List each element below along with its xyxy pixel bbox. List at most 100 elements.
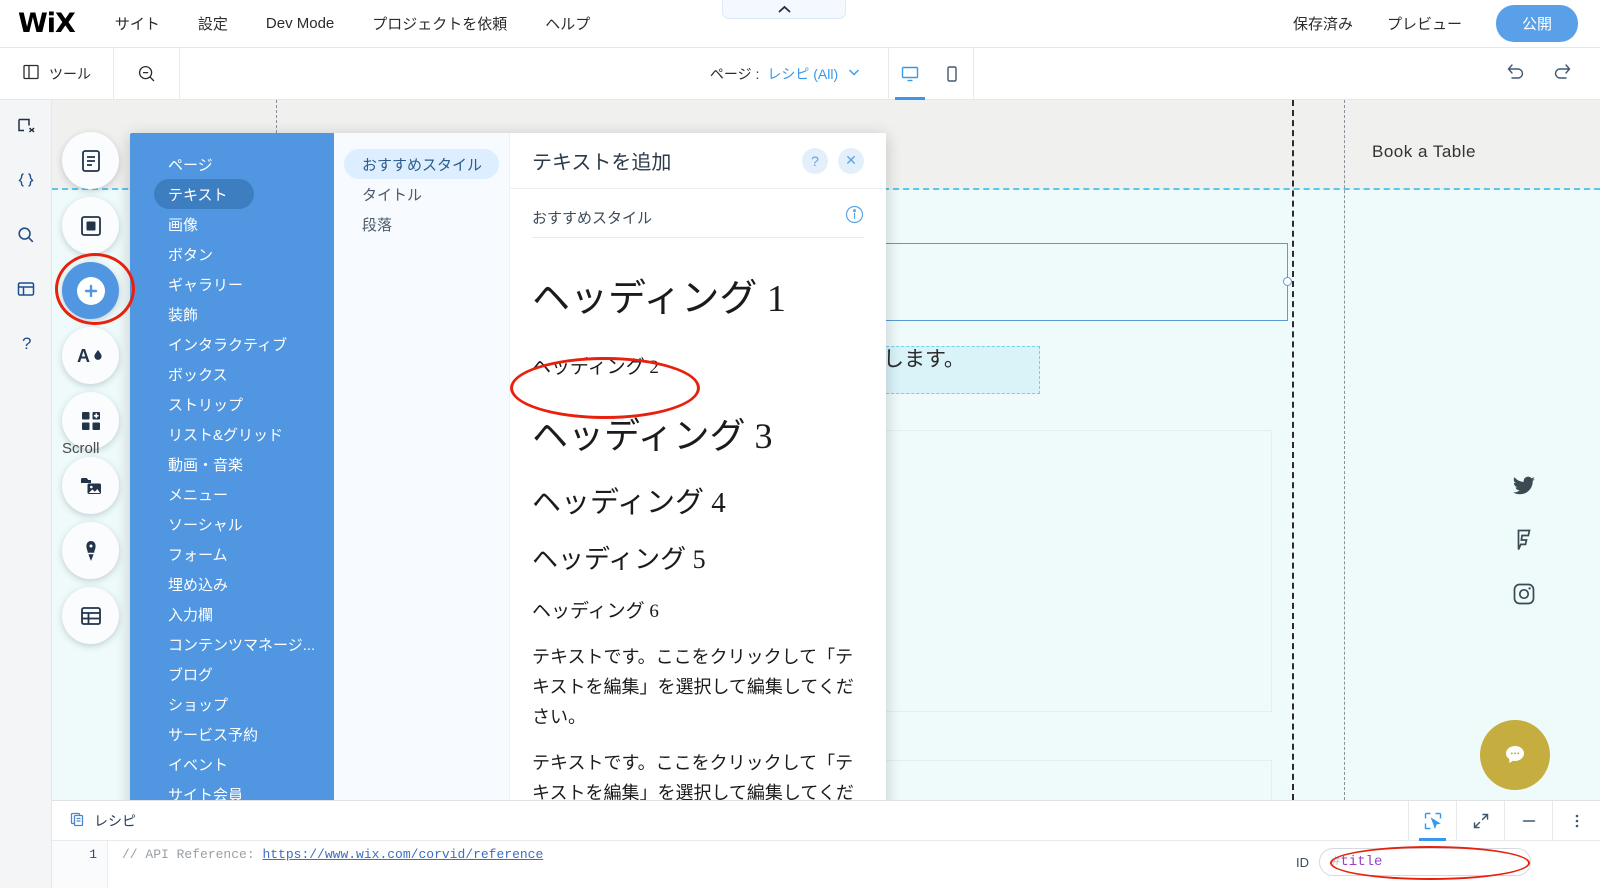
panel-header-buttons: ? ✕ — [802, 147, 864, 174]
code-line-numbers: 1 — [52, 841, 108, 888]
info-icon[interactable] — [845, 205, 864, 229]
collapse-toolbar-button[interactable] — [722, 0, 846, 19]
cat-video-music[interactable]: 動画・音楽 — [142, 449, 324, 479]
cat-shop[interactable]: ショップ — [142, 689, 324, 719]
code-link[interactable]: https://www.wix.com/corvid/reference — [262, 847, 543, 862]
code-comment: // API Reference: — [122, 847, 263, 862]
cat-button[interactable]: ボタン — [142, 239, 324, 269]
cat-gallery[interactable]: ギャラリー — [142, 269, 324, 299]
sample-heading-3[interactable]: ヘッディング 3 — [532, 404, 864, 462]
foursquare-icon[interactable] — [1512, 528, 1536, 552]
wix-editor-window: O T T A Book a Table とめ きちゃうレシピをご紹介します。 … — [0, 0, 1600, 888]
file-icon — [70, 811, 86, 830]
editor-toolbar: ツール ページ : レシピ (All) — [0, 47, 1600, 100]
resize-handle[interactable] — [1283, 277, 1292, 286]
tools-label: ツール — [49, 65, 91, 82]
cat-input[interactable]: 入力欄 — [142, 599, 324, 629]
panel-body[interactable]: おすすめスタイル ヘッディング 1 ヘッディング 2 ヘッディング 3 ヘッディ… — [510, 189, 886, 837]
cat-strip[interactable]: ストリップ — [142, 389, 324, 419]
book-a-table-link[interactable]: Book a Table — [1372, 142, 1476, 162]
topnav-dev-mode[interactable]: Dev Mode — [266, 15, 334, 32]
page-code-icon[interactable] — [13, 114, 39, 140]
mobile-view-icon[interactable] — [931, 48, 973, 100]
page-label: ページ : — [709, 65, 760, 82]
add-element-tool-button[interactable] — [62, 262, 119, 319]
left-icon-rail: ? — [0, 100, 52, 888]
cat-list-grid[interactable]: リスト&グリッド — [142, 419, 324, 449]
chevron-down-icon[interactable] — [846, 64, 862, 83]
cat-form[interactable]: フォーム — [142, 539, 324, 569]
media-tool-button[interactable] — [62, 457, 119, 514]
undo-icon[interactable] — [1504, 60, 1526, 87]
zoom-out-button[interactable] — [114, 47, 180, 100]
sample-heading-1[interactable]: ヘッディング 1 — [532, 264, 864, 325]
code-editor-tools — [1408, 800, 1600, 841]
topnav-help[interactable]: ヘルプ — [545, 13, 590, 34]
cat-box[interactable]: ボックス — [142, 359, 324, 389]
minimize-icon[interactable] — [1504, 800, 1552, 841]
blog-tool-button[interactable] — [62, 522, 119, 579]
cat-events[interactable]: イベント — [142, 749, 324, 779]
sample-heading-4[interactable]: ヘッディング 4 — [532, 476, 864, 524]
sub-paragraphs[interactable]: 段落 — [344, 209, 499, 239]
publish-button[interactable]: 公開 — [1495, 5, 1578, 42]
style-section-label: おすすめスタイル — [532, 209, 653, 227]
topnav-request-project[interactable]: プロジェクトを依頼 — [372, 13, 507, 34]
page-tool-button[interactable] — [62, 132, 119, 189]
id-hash-prefix: # — [1332, 854, 1341, 870]
topnav-site[interactable]: サイト — [115, 13, 160, 34]
cat-interactive[interactable]: インタラクティブ — [142, 329, 324, 359]
cat-blog[interactable]: ブログ — [142, 659, 324, 689]
cat-bookings[interactable]: サービス予約 — [142, 719, 324, 749]
social-icons-rail — [1512, 474, 1536, 606]
subcategory-column: おすすめスタイル タイトル 段落 — [334, 133, 510, 837]
theme-tool-button[interactable]: A — [62, 327, 119, 384]
help-icon[interactable]: ? — [802, 147, 828, 174]
more-options-icon[interactable] — [1552, 800, 1600, 841]
cat-embed[interactable]: 埋め込み — [142, 569, 324, 599]
editor-floating-tools: A — [62, 132, 124, 644]
id-label: ID — [1296, 854, 1309, 870]
content-manager-tool-button[interactable] — [62, 587, 119, 644]
section-tool-button[interactable] — [62, 197, 119, 254]
instagram-icon[interactable] — [1512, 582, 1536, 606]
sub-titles[interactable]: タイトル — [344, 179, 499, 209]
desktop-view-icon[interactable] — [889, 48, 931, 100]
cat-social[interactable]: ソーシャル — [142, 509, 324, 539]
cat-text[interactable]: テキスト — [154, 179, 254, 209]
expand-icon[interactable] — [1456, 800, 1504, 841]
tools-menu-button[interactable]: ツール — [0, 47, 114, 100]
code-braces-icon[interactable] — [13, 168, 39, 194]
tools-panel-icon — [22, 63, 40, 84]
help-question-icon[interactable]: ? — [13, 330, 39, 356]
sample-paragraph-1[interactable]: テキストです。ここをクリックして「テキストを編集」を選択して編集してください。 — [532, 642, 864, 732]
database-icon[interactable] — [13, 276, 39, 302]
page-value: レシピ (All) — [767, 65, 839, 82]
sample-heading-6[interactable]: ヘッディング 6 — [532, 593, 864, 626]
preview-button[interactable]: プレビュー — [1387, 13, 1462, 34]
sub-recommended-styles[interactable]: おすすめスタイル — [344, 149, 499, 179]
detail-column: テキストを追加 ? ✕ おすすめスタイル ヘッディング 1 ヘッディング 2 ヘ… — [510, 133, 886, 837]
search-icon[interactable] — [13, 222, 39, 248]
chat-widget-button[interactable] — [1480, 720, 1550, 790]
select-element-icon[interactable] — [1408, 800, 1456, 841]
redo-icon[interactable] — [1552, 60, 1574, 87]
twitter-icon[interactable] — [1512, 474, 1536, 498]
cat-pages[interactable]: ページ — [142, 149, 324, 179]
cat-content-manager[interactable]: コンテンツマネージ... — [142, 629, 324, 659]
sample-heading-5[interactable]: ヘッディング 5 — [532, 536, 864, 579]
close-icon[interactable]: ✕ — [838, 147, 864, 174]
cat-image[interactable]: 画像 — [142, 209, 324, 239]
code-tab-recipe[interactable]: レシピ — [52, 801, 154, 841]
cat-decorative[interactable]: 装飾 — [142, 299, 324, 329]
history-buttons — [1504, 60, 1600, 87]
topnav-settings[interactable]: 設定 — [198, 13, 228, 34]
sample-heading-2[interactable]: ヘッディング 2 — [532, 349, 864, 382]
id-input[interactable]: # title — [1319, 848, 1531, 876]
cat-menu[interactable]: メニュー — [142, 479, 324, 509]
wix-logo[interactable]: WiX — [18, 10, 76, 37]
guide-line-right — [1344, 100, 1345, 800]
strip-separator-vertical — [1292, 100, 1294, 800]
panel-header: テキストを追加 ? ✕ — [510, 133, 886, 189]
page-selector[interactable]: ページ : レシピ (All) — [710, 64, 888, 84]
